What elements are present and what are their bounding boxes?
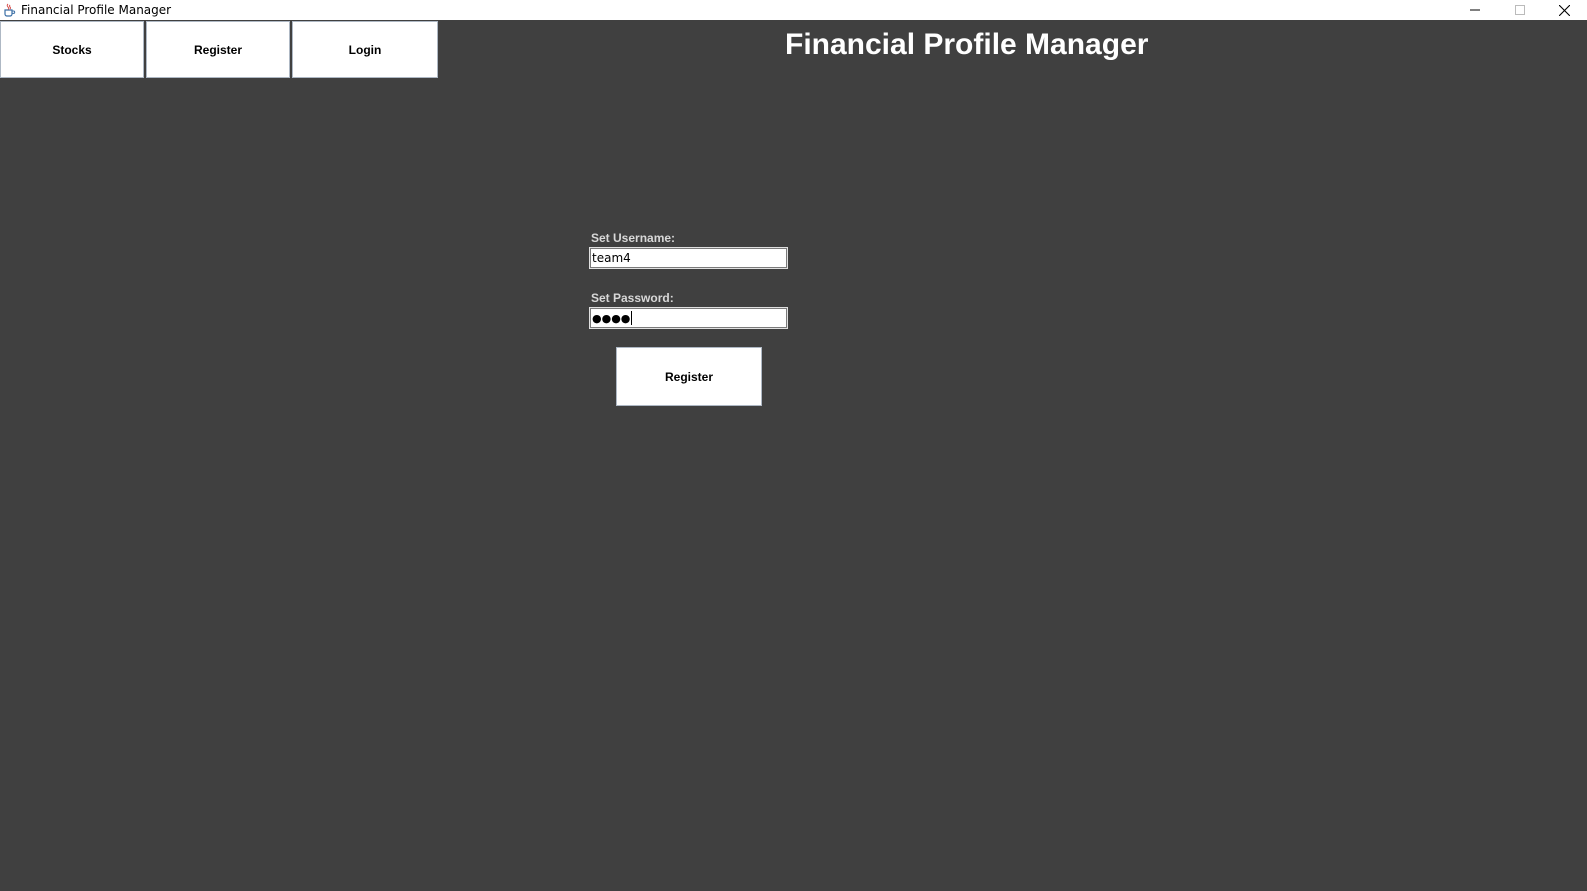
minimize-icon <box>1469 9 1480 11</box>
password-field[interactable]: ●●●● <box>589 307 788 329</box>
close-icon <box>1559 4 1570 16</box>
window-controls <box>1452 0 1587 20</box>
maximize-icon <box>1514 5 1525 15</box>
username-value: team4 <box>592 251 631 265</box>
nav-stocks-button[interactable]: Stocks <box>0 21 144 78</box>
maximize-button[interactable] <box>1497 0 1542 20</box>
java-cup-icon <box>2 3 16 17</box>
minimize-button[interactable] <box>1452 0 1497 20</box>
window-title: Financial Profile Manager <box>21 3 172 17</box>
app-window: Financial Profile Manager Stocks Registe… <box>0 0 1587 891</box>
page-title: Financial Profile Manager <box>785 28 1149 61</box>
username-field[interactable]: team4 <box>589 247 788 269</box>
register-submit-button[interactable]: Register <box>616 347 762 406</box>
text-caret <box>631 311 633 325</box>
close-button[interactable] <box>1542 0 1587 20</box>
nav-login-button[interactable]: Login <box>292 21 438 78</box>
password-value: ●●●● <box>592 311 631 325</box>
nav-register-button[interactable]: Register <box>146 21 290 78</box>
username-label: Set Username: <box>591 231 676 245</box>
title-bar: Financial Profile Manager <box>0 0 1587 20</box>
top-nav: Stocks Register Login <box>0 21 438 78</box>
password-label: Set Password: <box>591 291 674 305</box>
